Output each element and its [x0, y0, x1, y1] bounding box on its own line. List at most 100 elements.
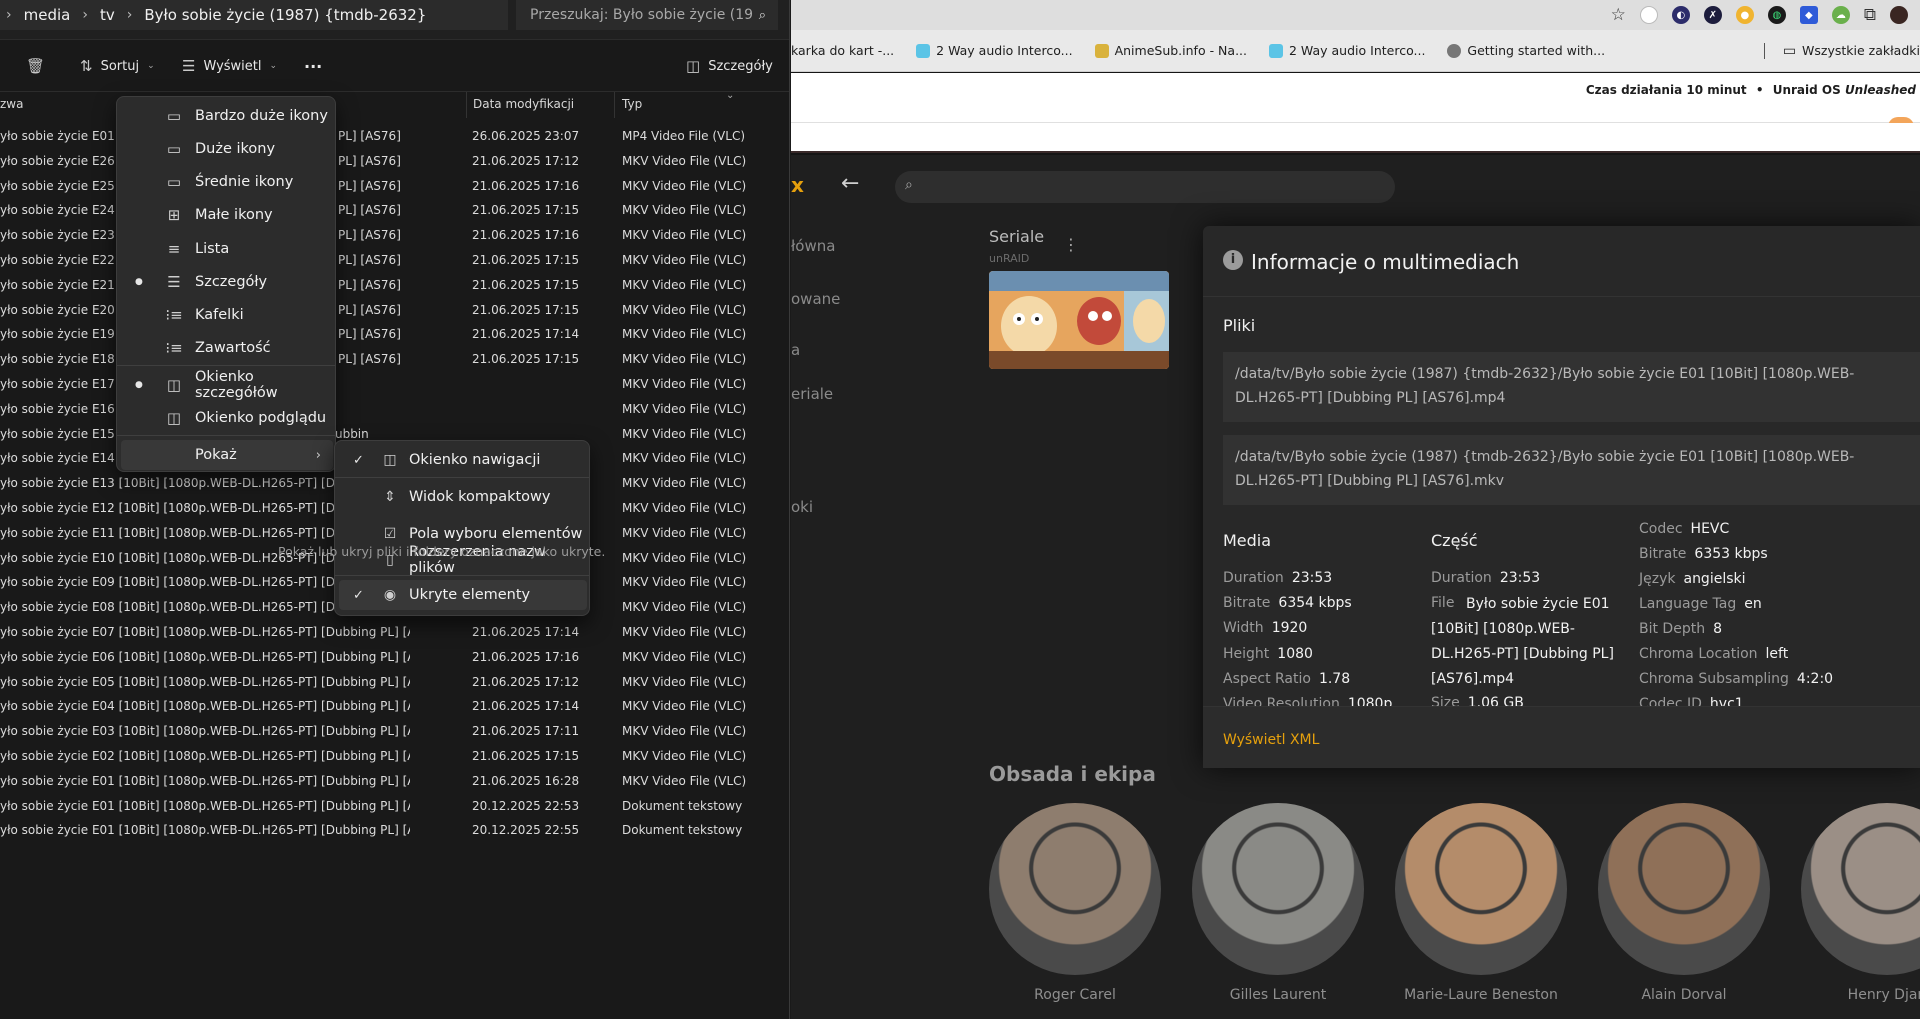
view-xml-link[interactable]: Wyświetl XML: [1223, 732, 1319, 748]
cast-name[interactable]: Roger Carel: [980, 987, 1170, 1003]
section-title[interactable]: Seriale: [989, 227, 1044, 246]
back-arrow-icon[interactable]: ←: [841, 171, 859, 196]
table-row[interactable]: yło sobie życie E01 [10Bit] [1080p.WEB-D…: [0, 769, 789, 794]
extension-icon[interactable]: ●: [1735, 6, 1754, 24]
plex-search-input[interactable]: ⌕: [895, 171, 1395, 203]
nav-item-series[interactable]: eriale: [791, 385, 833, 403]
more-vertical-icon[interactable]: ⋮: [1063, 235, 1079, 254]
file-type: MKV Video File (VLC): [622, 277, 747, 292]
details-pane-icon: ◫: [686, 57, 701, 75]
extension-icon[interactable]: [1639, 6, 1658, 24]
menu-item[interactable]: ⊞ Małe ikony: [121, 200, 333, 230]
details-pane-button[interactable]: ◫ Szczegóły: [686, 52, 773, 80]
menu-item[interactable]: ● ☰ Szczegóły: [121, 267, 333, 297]
bookmark-label: karka do kart -...: [791, 43, 895, 58]
submenu-item[interactable]: ✓ ◫ Okienko nawigacji: [339, 445, 587, 475]
file-type: MKV Video File (VLC): [622, 699, 747, 714]
bookmark-item[interactable]: 2 Way audio Interco...: [1269, 43, 1425, 58]
menu-item[interactable]: ▭ Bardzo duże ikony: [121, 101, 333, 131]
column-type[interactable]: Typ: [622, 97, 642, 111]
breadcrumb-item-media[interactable]: media: [24, 6, 71, 24]
cast-photo[interactable]: [1598, 803, 1770, 975]
star-icon[interactable]: ☆: [1611, 5, 1626, 25]
cast-photo[interactable]: [1801, 803, 1920, 975]
extension-icon[interactable]: ✗: [1703, 6, 1722, 24]
avatar[interactable]: [1890, 6, 1908, 24]
bookmark-item[interactable]: Getting started with...: [1447, 43, 1605, 58]
menu-item[interactable]: ▭ Średnie ikony: [121, 167, 333, 197]
sort-button[interactable]: ⇅ Sortuj ⌄: [80, 52, 155, 80]
menu-item[interactable]: ≡ Lista: [121, 234, 333, 264]
file-explorer-window: › media › tv › Było sobie życie (1987) {…: [0, 0, 790, 1019]
search-input[interactable]: Przeszukaj: Było sobie życie (19 ⌕: [516, 0, 778, 30]
nav-item-recommended[interactable]: owane: [791, 290, 840, 308]
menu-item[interactable]: ◫ Okienko podglądu: [121, 403, 333, 433]
cast-name[interactable]: Gilles Laurent: [1183, 987, 1373, 1003]
animesub-icon: [1094, 43, 1109, 58]
menu-item[interactable]: ⁝≡ Kafelki: [121, 300, 333, 330]
puzzle-icon[interactable]: ⧉: [1864, 5, 1876, 25]
property-key: Aspect Ratio: [1223, 670, 1311, 687]
column-divider[interactable]: [466, 92, 467, 118]
menu-item[interactable]: ⁝≡ Zawartość: [121, 333, 333, 363]
list-icon: ≡: [167, 240, 181, 258]
chevron-down-icon: ⌄: [726, 90, 735, 101]
uptime-text: Czas działania 10 minut: [1585, 83, 1747, 97]
property-key: Duration: [1431, 570, 1492, 586]
table-row[interactable]: yło sobie życie E06 [10Bit] [1080p.WEB-D…: [0, 645, 789, 670]
delete-button[interactable]: 🗑: [26, 52, 45, 80]
file-date: 21.06.2025 17:14: [472, 327, 580, 342]
cast-photo[interactable]: [989, 803, 1161, 975]
breadcrumb-item-tv[interactable]: tv: [100, 6, 115, 24]
extension-icon[interactable]: ◐: [1671, 6, 1690, 24]
cast-photo[interactable]: [1395, 803, 1567, 975]
bookmark-item[interactable]: AnimeSub.info - Na...: [1094, 43, 1247, 58]
cast-name[interactable]: Henry Djan: [1792, 987, 1920, 1003]
menu-item[interactable]: Pokaż ›: [121, 440, 333, 470]
menu-item[interactable]: ▭ Duże ikony: [121, 134, 333, 164]
nav-item-library[interactable]: a: [791, 341, 800, 359]
stream-property: Codec HEVC: [1639, 521, 1729, 537]
file-date: 21.06.2025 16:28: [472, 773, 580, 788]
more-options-button[interactable]: ···: [304, 52, 322, 80]
breadcrumb-item-current[interactable]: Było sobie życie (1987) {tmdb-2632}: [144, 6, 426, 24]
table-row[interactable]: yło sobie życie E01 [10Bit] [1080p.WEB-D…: [0, 794, 789, 819]
bookmark-item[interactable]: karka do kart -...: [791, 43, 894, 58]
checkbox-icon: ☑: [383, 526, 397, 542]
show-poster[interactable]: [989, 271, 1169, 369]
nav-item-home[interactable]: łówna: [791, 237, 835, 255]
menu-item[interactable]: ● ◫ Okienko szczegółów: [121, 369, 333, 401]
table-row[interactable]: yło sobie życie E01 [10Bit] [1080p.WEB-D…: [0, 818, 789, 843]
breadcrumb[interactable]: › media › tv › Było sobie życie (1987) {…: [0, 0, 508, 30]
property-value: HEVC: [1690, 521, 1730, 537]
all-bookmarks-button[interactable]: ▭ Wszystkie zakładki: [1763, 42, 1920, 59]
file-type: MKV Video File (VLC): [622, 724, 747, 739]
nav-item-books[interactable]: oki: [791, 498, 813, 516]
file-type: MKV Video File (VLC): [622, 773, 747, 788]
cast-name[interactable]: Alain Dorval: [1589, 987, 1779, 1003]
view-button[interactable]: ☰ Wyświetl ⌄: [182, 52, 277, 80]
submenu-item[interactable]: ✓ ◉ Ukryte elementy: [339, 580, 587, 610]
part-file-value: Było sobie życie E01 [10Bit] [1080p.WEB-…: [1431, 592, 1646, 692]
cast-photo[interactable]: [1192, 803, 1364, 975]
column-name[interactable]: zwa: [0, 97, 23, 111]
file-type: MKV Video File (VLC): [622, 451, 747, 466]
bookmark-item[interactable]: 2 Way audio Interco...: [916, 43, 1073, 58]
table-row[interactable]: yło sobie życie E02 [10Bit] [1080p.WEB-D…: [0, 744, 789, 769]
submenu-item[interactable]: ⇕ Widok kompaktowy: [339, 482, 587, 512]
table-row[interactable]: yło sobie życie E05 [10Bit] [1080p.WEB-D…: [0, 670, 789, 695]
column-divider[interactable]: [614, 92, 615, 118]
menu-separator: [335, 575, 589, 576]
search-icon: ⌕: [758, 7, 766, 23]
plex-logo[interactable]: x: [791, 173, 804, 197]
part-duration: Duration 23:53: [1431, 570, 1540, 586]
table-row[interactable]: yło sobie życie E04 [10Bit] [1080p.WEB-D…: [0, 694, 789, 719]
extension-icon[interactable]: ◍: [1767, 6, 1786, 24]
file-date: 21.06.2025 17:15: [472, 253, 580, 267]
column-date[interactable]: Data modyfikacji: [473, 97, 574, 111]
extension-icon[interactable]: ☁: [1831, 6, 1850, 24]
table-row[interactable]: yło sobie życie E07 [10Bit] [1080p.WEB-D…: [0, 620, 789, 645]
table-row[interactable]: yło sobie życie E03 [10Bit] [1080p.WEB-D…: [0, 719, 789, 744]
shield-icon[interactable]: ◆: [1799, 6, 1818, 24]
cast-name[interactable]: Marie-Laure Beneston: [1386, 987, 1576, 1003]
